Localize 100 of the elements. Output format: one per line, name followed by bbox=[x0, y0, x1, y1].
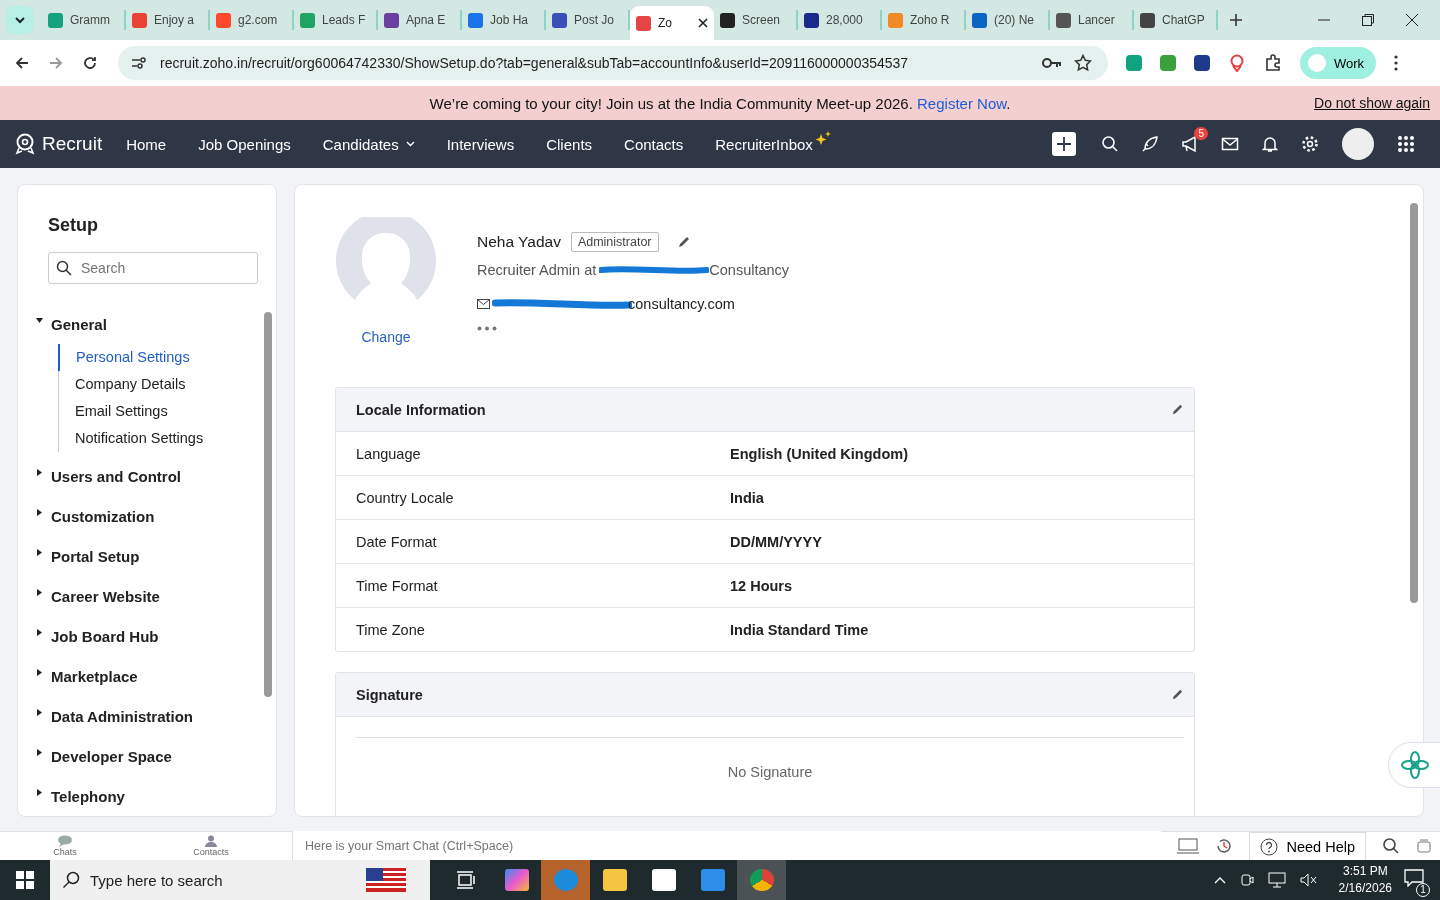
browser-tab[interactable]: g2.com bbox=[210, 10, 294, 30]
sparkle-icon bbox=[813, 131, 832, 147]
sidebar-group[interactable]: Job Board Hub bbox=[36, 616, 256, 656]
flower-knot-icon bbox=[1400, 750, 1430, 780]
star-icon[interactable] bbox=[1074, 54, 1092, 72]
pencil-icon[interactable] bbox=[1171, 688, 1184, 701]
need-help-button[interactable]: Need Help bbox=[1249, 832, 1366, 860]
chevron-down-icon bbox=[14, 14, 26, 26]
notification-count: 5 bbox=[1194, 127, 1208, 140]
location-pin-icon[interactable] bbox=[1228, 54, 1246, 72]
job-title: Recruiter Admin at bbox=[477, 262, 597, 278]
sidebar-group[interactable]: Marketplace bbox=[36, 656, 256, 696]
mail-icon bbox=[477, 299, 490, 309]
camera-icon[interactable] bbox=[1239, 872, 1254, 888]
chats-tab[interactable]: Chats bbox=[0, 835, 130, 857]
pencil-icon[interactable] bbox=[676, 235, 691, 249]
settings-icon[interactable] bbox=[1301, 135, 1319, 153]
key-icon[interactable] bbox=[1042, 57, 1062, 69]
sidebar-group[interactable]: Data Administration bbox=[36, 696, 256, 736]
site-settings-icon[interactable] bbox=[130, 55, 148, 71]
history-icon[interactable] bbox=[1215, 837, 1234, 855]
browser-tab[interactable]: Zoho R bbox=[882, 10, 966, 30]
field-label: Language bbox=[356, 445, 422, 462]
flag-icon bbox=[366, 866, 406, 894]
search-field[interactable]: Search bbox=[48, 252, 258, 284]
sidebar-group[interactable]: Telephony bbox=[36, 776, 256, 816]
assistant-button[interactable] bbox=[1388, 742, 1440, 788]
browser-tab[interactable]: Gramm bbox=[42, 10, 126, 30]
dismiss-link[interactable]: Do not show again bbox=[1314, 95, 1430, 111]
sidebar-group[interactable]: Developer Space bbox=[36, 736, 256, 776]
mail-icon[interactable] bbox=[1221, 135, 1239, 153]
address-field[interactable]: recruit.zoho.in/recruit/org60064742330/ShowSetup.do?tab=general&subTab=accountInfo&userId=209116000000354537 bbox=[118, 46, 1108, 80]
nav-link[interactable]: Candidates bbox=[322, 135, 415, 153]
browser-tab[interactable]: (20) Ne bbox=[966, 10, 1050, 30]
apps-grid-icon[interactable] bbox=[1397, 135, 1415, 153]
nav-link[interactable]: Contacts bbox=[624, 135, 684, 153]
extension-icon[interactable] bbox=[1194, 55, 1210, 71]
windows-start-icon[interactable] bbox=[16, 871, 34, 889]
browser-tab[interactable]: 28,000 bbox=[798, 10, 882, 30]
add-button[interactable] bbox=[1052, 132, 1076, 156]
field-label: Time Format bbox=[356, 577, 439, 594]
puzzle-icon[interactable] bbox=[1264, 54, 1282, 72]
pin-logo-icon bbox=[14, 133, 36, 155]
browser-tab[interactable]: Screen bbox=[714, 10, 798, 30]
nav-link[interactable]: Home bbox=[126, 135, 167, 153]
browser-tab[interactable]: ChatGP bbox=[1134, 10, 1218, 30]
nav-link[interactable]: RecruiterInbox bbox=[715, 135, 832, 153]
tab-search-button[interactable] bbox=[6, 6, 34, 34]
browser-tab[interactable]: Job Ha bbox=[462, 10, 546, 30]
company-name: Consultancy bbox=[709, 262, 790, 278]
expand-triangle-icon bbox=[36, 788, 43, 796]
chevron-up-icon[interactable] bbox=[1213, 876, 1226, 884]
nav-link[interactable]: Job Openings bbox=[198, 135, 291, 153]
new-tab-icon[interactable] bbox=[1230, 14, 1242, 26]
sidebar-item[interactable]: Company Details bbox=[59, 371, 256, 398]
nav-link[interactable]: Interviews bbox=[446, 135, 515, 153]
close-icon[interactable] bbox=[698, 18, 708, 28]
smart-chat-field[interactable]: Here is your Smart Chat (Ctrl+Space) bbox=[292, 831, 1162, 861]
change-photo-link[interactable]: Change bbox=[361, 329, 411, 345]
browser-tab[interactable]: Enjoy a bbox=[126, 10, 210, 30]
sidebar-group[interactable]: Portal Setup bbox=[36, 536, 256, 576]
menu-icon[interactable] bbox=[1394, 55, 1399, 71]
sidebar-group[interactable]: Users and Control bbox=[36, 456, 256, 496]
muted-speaker-icon[interactable] bbox=[1299, 872, 1318, 888]
pencil-icon[interactable] bbox=[1171, 403, 1184, 416]
user-avatar[interactable] bbox=[1342, 128, 1374, 160]
field-value: 12 Hours bbox=[730, 577, 793, 594]
expand-triangle-icon bbox=[36, 468, 43, 476]
sidebar-group[interactable]: Customization bbox=[36, 496, 256, 536]
browser-tab[interactable]: Lancer bbox=[1050, 10, 1134, 30]
sidebar-group[interactable]: General bbox=[36, 304, 256, 344]
notification-icon[interactable] bbox=[1404, 869, 1424, 887]
forward-icon[interactable] bbox=[48, 55, 64, 71]
browser-tab[interactable]: Zo bbox=[630, 6, 714, 40]
sidebar-item[interactable]: Personal Settings bbox=[58, 344, 256, 371]
profile-button[interactable]: Work bbox=[1300, 47, 1377, 79]
close-window-icon[interactable] bbox=[1406, 14, 1418, 26]
megaphone-icon[interactable] bbox=[1181, 135, 1199, 153]
reload-icon[interactable] bbox=[82, 55, 98, 71]
search-icon[interactable] bbox=[1382, 837, 1400, 855]
clock-time: 3:51 PM bbox=[1342, 863, 1388, 880]
taskbar-search-field[interactable]: Type here to search bbox=[50, 860, 430, 900]
sidebar-item[interactable]: Notification Settings bbox=[59, 425, 256, 452]
browser-tab[interactable]: Apna E bbox=[378, 10, 462, 30]
expand-triangle-icon bbox=[36, 668, 43, 676]
browser-tab[interactable]: Leads F bbox=[294, 10, 378, 30]
expand-triangle-icon bbox=[36, 748, 43, 756]
chat-bubble-icon bbox=[57, 835, 73, 847]
caret-icon bbox=[405, 141, 415, 147]
back-icon[interactable] bbox=[14, 55, 30, 71]
search-icon[interactable] bbox=[1101, 135, 1119, 153]
nav-link[interactable]: Clients bbox=[546, 135, 593, 153]
bell-icon[interactable] bbox=[1261, 135, 1279, 153]
more-icon[interactable] bbox=[477, 326, 497, 331]
task-view-icon[interactable] bbox=[456, 871, 476, 889]
restore-icon[interactable] bbox=[1362, 14, 1374, 26]
sidebar-item[interactable]: Email Settings bbox=[59, 398, 256, 425]
contacts-tab[interactable]: Contacts bbox=[146, 835, 276, 857]
sidebar-group[interactable]: Career Website bbox=[36, 576, 256, 616]
network-icon[interactable] bbox=[1267, 872, 1286, 888]
